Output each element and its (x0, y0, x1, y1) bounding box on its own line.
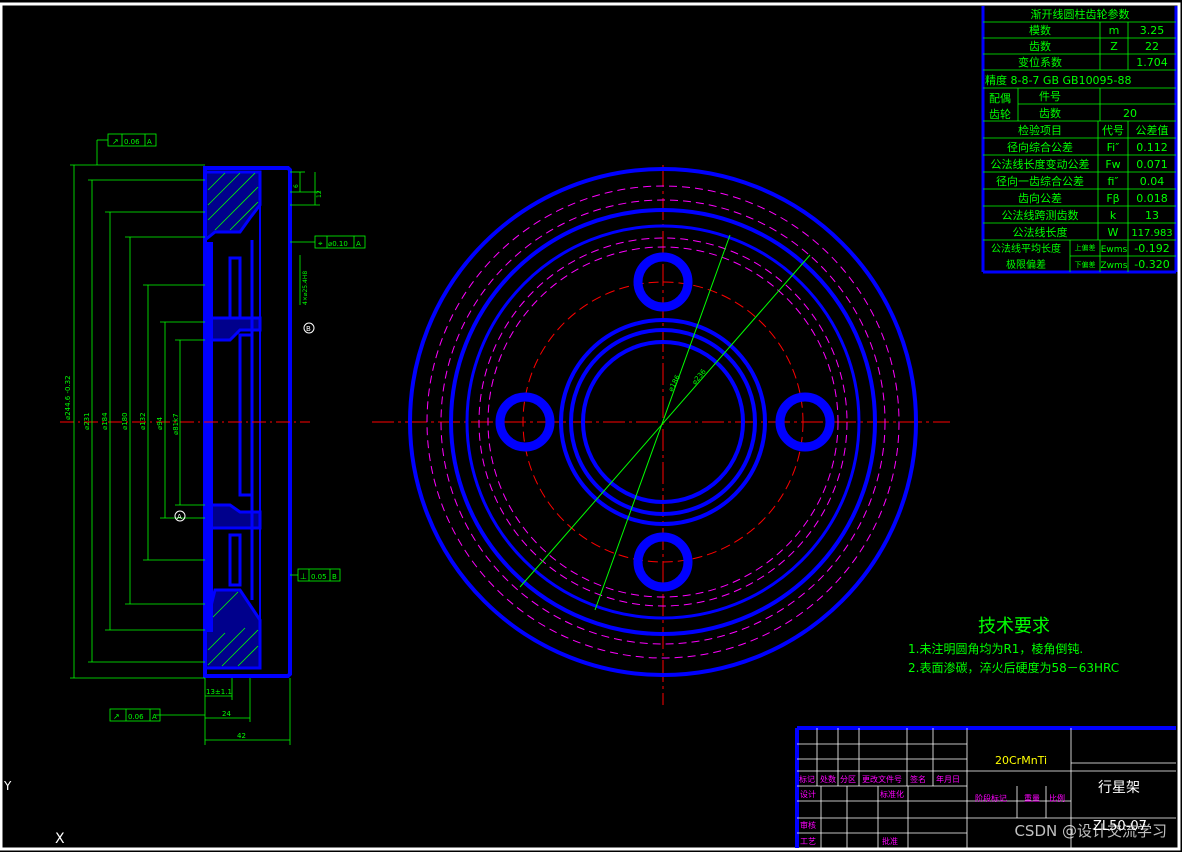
svg-text:X: X (55, 831, 65, 847)
dim-d132: ⌀132 (139, 412, 147, 430)
svg-text:Zwms: Zwms (1101, 261, 1128, 271)
svg-text:更改文件号: 更改文件号 (862, 774, 902, 784)
tech-line-1: 1.未注明圆角均为R1，棱角倒钝. (908, 641, 1083, 656)
svg-text:标记: 标记 (799, 774, 815, 784)
svg-text:处数: 处数 (820, 774, 836, 784)
svg-text:Z: Z (1110, 40, 1118, 53)
runout-bottom-value: 0.06 (128, 713, 144, 721)
svg-text:比例: 比例 (1049, 793, 1065, 803)
svg-text:↗: ↗ (112, 137, 119, 146)
svg-text:标准化: 标准化 (880, 789, 904, 799)
svg-text:13: 13 (1145, 209, 1159, 222)
part-name: 行星架 (1098, 780, 1140, 796)
dim-w13: 13±1.1 (206, 688, 232, 696)
svg-text:径向一齿综合公差: 径向一齿综合公差 (996, 174, 1084, 188)
svg-text:0.04: 0.04 (1140, 175, 1165, 188)
dim-d180: ⌀180 (121, 412, 129, 430)
table-title: 渐开线圆柱齿轮参数 (1031, 7, 1130, 21)
svg-text:件号: 件号 (1039, 90, 1061, 103)
svg-text:上偏差: 上偏差 (1075, 243, 1096, 252)
precision-row: 精度 8-8-7 GB GB10095-88 (985, 73, 1132, 87)
svg-text:公差值: 公差值 (1136, 123, 1169, 137)
svg-text:A: A (147, 138, 152, 146)
svg-text:重量: 重量 (1024, 793, 1040, 803)
svg-text:Y: Y (3, 779, 12, 793)
tech-title: 技术要求 (978, 616, 1050, 637)
svg-text:0.112: 0.112 (1136, 141, 1168, 154)
dim-d231: ⌀231 (83, 412, 91, 430)
svg-text:⌖: ⌖ (318, 239, 323, 248)
svg-text:Fβ: Fβ (1106, 192, 1119, 205)
svg-text:齿数: 齿数 (1029, 40, 1051, 53)
svg-text:fi″: fi″ (1107, 175, 1118, 188)
cad-drawing: ↗ 0.06 A ⌖ ⌀0.10 A ⊥ 0.05 B ↗ 0.06 A B A… (0, 0, 1182, 852)
svg-text:齿数: 齿数 (1039, 107, 1061, 120)
svg-text:B: B (306, 325, 311, 333)
dim-w42: 42 (237, 732, 246, 740)
tech-line-2: 2.表面渗碳，淬火后硬度为58－63HRC (908, 660, 1119, 675)
svg-text:B: B (332, 573, 337, 581)
svg-text:阶段标记: 阶段标记 (975, 793, 1007, 803)
svg-text:1.704: 1.704 (1136, 56, 1168, 69)
svg-text:代号: 代号 (1102, 124, 1124, 137)
svg-text:0.018: 0.018 (1136, 192, 1168, 205)
svg-text:Fi″: Fi″ (1107, 141, 1120, 154)
svg-text:齿向公差: 齿向公差 (1018, 191, 1062, 205)
svg-text:模数: 模数 (1029, 24, 1051, 37)
watermark: CSDN @设计交流学习 (1014, 822, 1167, 840)
svg-text:⊥: ⊥ (300, 572, 307, 581)
svg-text:极限偏差: 极限偏差 (1006, 258, 1046, 271)
perp-tol: 0.05 (311, 573, 327, 581)
position-tol: ⌀0.10 (328, 240, 348, 248)
svg-text:-0.320: -0.320 (1134, 258, 1169, 271)
svg-text:A: A (177, 513, 182, 521)
svg-text:22: 22 (1145, 40, 1159, 53)
svg-text:W: W (1108, 226, 1119, 239)
svg-text:12: 12 (316, 190, 323, 198)
svg-text:分区: 分区 (840, 775, 856, 784)
svg-text:设计: 设计 (800, 789, 816, 799)
svg-text:工艺: 工艺 (800, 837, 816, 846)
svg-text:A: A (356, 240, 361, 248)
svg-text:齿轮: 齿轮 (989, 107, 1011, 121)
svg-text:批准: 批准 (882, 836, 898, 846)
svg-text:3.25: 3.25 (1140, 24, 1165, 37)
svg-text:下偏差: 下偏差 (1075, 260, 1096, 269)
svg-text:签名: 签名 (910, 774, 926, 784)
svg-text:20: 20 (1123, 107, 1137, 120)
dim-d184: ⌀184 (101, 412, 109, 430)
svg-text:径向综合公差: 径向综合公差 (1007, 140, 1073, 154)
svg-text:↗: ↗ (113, 712, 120, 721)
svg-text:6: 6 (293, 184, 300, 188)
material-label: 20CrMnTi (995, 754, 1047, 767)
dim-w24: 24 (222, 710, 231, 718)
svg-text:A: A (152, 713, 157, 721)
svg-text:配偶: 配偶 (989, 92, 1011, 105)
dim-d94: ⌀94 (156, 416, 164, 430)
dim-d244: ⌀244.6 -0.32 (64, 375, 72, 420)
dim-d81: ⌀81k7 (172, 413, 180, 435)
svg-text:变位系数: 变位系数 (1018, 55, 1062, 69)
svg-text:-0.192: -0.192 (1134, 242, 1169, 255)
cad-drawing-window: ↗ 0.06 A ⌖ ⌀0.10 A ⊥ 0.05 B ↗ 0.06 A B A… (0, 0, 1182, 852)
dim-holes: 4×⌀25.4H8 (302, 271, 309, 305)
svg-text:公法线长度变动公差: 公法线长度变动公差 (991, 157, 1090, 171)
svg-text:m: m (1109, 24, 1120, 37)
svg-text:年月日: 年月日 (936, 774, 960, 784)
svg-text:117.983: 117.983 (1131, 228, 1172, 239)
svg-text:k: k (1110, 209, 1117, 222)
svg-text:Fw: Fw (1105, 158, 1120, 171)
svg-text:0.071: 0.071 (1136, 158, 1168, 171)
svg-text:审核: 审核 (800, 820, 816, 830)
svg-text:公法线跨测齿数: 公法线跨测齿数 (1002, 208, 1079, 222)
svg-text:公法线长度: 公法线长度 (1013, 225, 1068, 239)
inner-wall-left (205, 242, 213, 632)
svg-text:公法线平均长度: 公法线平均长度 (991, 242, 1061, 255)
svg-text:检验项目: 检验项目 (1018, 123, 1062, 137)
svg-text:Ewms: Ewms (1101, 245, 1128, 255)
runout-top-value: 0.06 (124, 138, 140, 146)
